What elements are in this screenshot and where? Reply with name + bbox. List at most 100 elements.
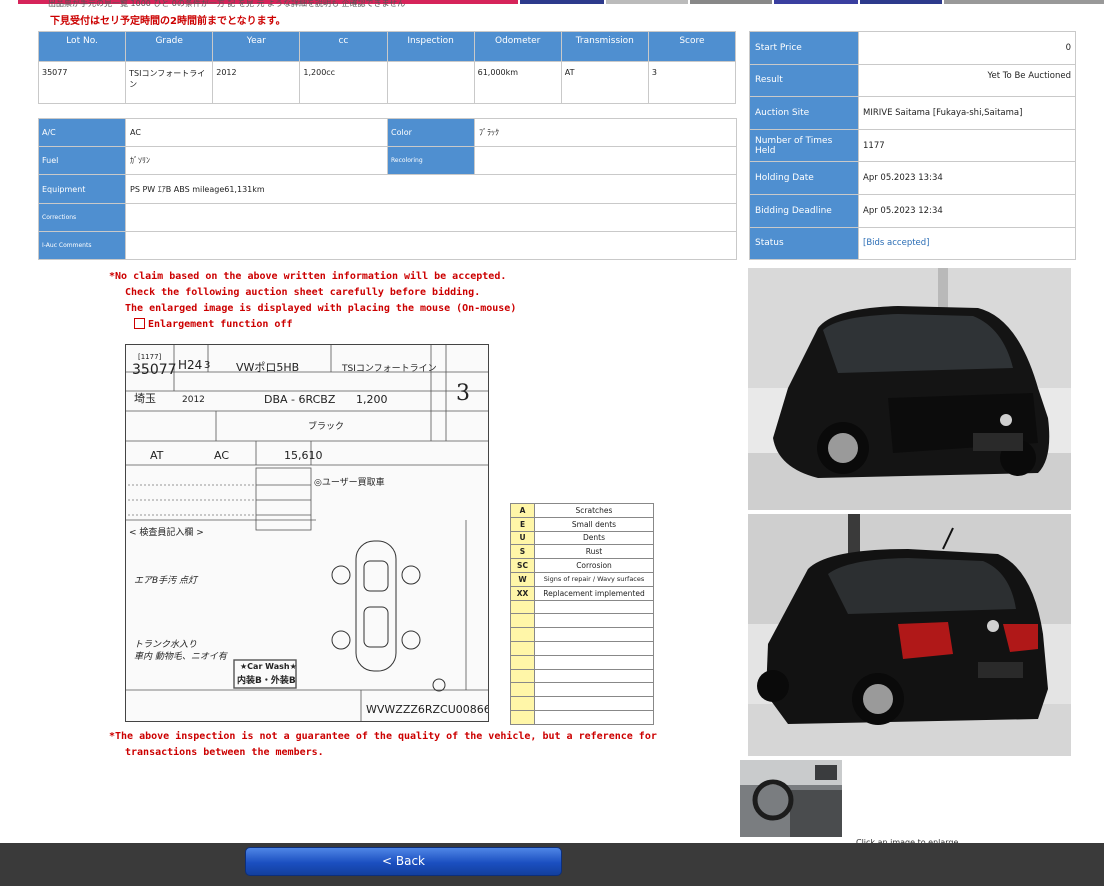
enlargement-checkbox-label: Enlargement function off	[148, 319, 293, 330]
vehicle-summary-table: Lot No. Grade Year cc Inspection Odomete…	[37, 31, 737, 104]
legend-blank-key	[510, 599, 535, 615]
fuel-value: ｶﾞｿﾘﾝ	[125, 146, 388, 175]
legend-blank-desc	[534, 640, 654, 656]
sheet-sales-point: ◎ユーザー買取車	[314, 478, 385, 488]
disclaimer-line-1: *No claim based on the above written inf…	[109, 271, 507, 282]
legend-blank-row	[510, 696, 654, 711]
disclaimer-line-2: Check the following auction sheet carefu…	[125, 287, 481, 298]
nav-tab-strip-gray-3[interactable]	[944, 0, 1104, 4]
legend-key: E	[510, 516, 535, 532]
legend-row: E Small dents	[510, 516, 654, 532]
times-held-value: 1177	[858, 128, 1076, 163]
disclaimer-line-3: The enlarged image is displayed with pla…	[125, 303, 517, 314]
legend-key: S	[510, 544, 535, 560]
back-button[interactable]: < Back	[245, 847, 562, 876]
color-value: ﾌﾞﾗｯｸ	[474, 118, 737, 147]
nav-tab-strip-navy[interactable]	[520, 0, 604, 4]
legend-blank-row	[510, 627, 654, 642]
damage-legend-table: A Scratches E Small dents U Dents S Rust SC C…	[510, 503, 654, 725]
bottom-disclaimer-2: transactions between the members.	[125, 747, 324, 758]
corrections-value	[125, 203, 737, 232]
legend-blank-row	[510, 682, 654, 698]
auction-site-label: Auction Site	[749, 96, 859, 130]
nav-tab-strip-blue[interactable]	[774, 0, 858, 4]
car-rear-illustration	[748, 514, 1071, 756]
nav-tab-strip-gray-1[interactable]	[606, 0, 688, 4]
sheet-inspector-header: < 検査員記入欄 >	[129, 528, 204, 538]
ac-value: AC	[125, 118, 388, 147]
legend-blank-key	[510, 682, 535, 698]
sheet-vin: WVWZZZ6RZCU008668	[366, 703, 489, 716]
legend-blank-key	[510, 640, 535, 656]
cell-inspection	[386, 61, 475, 104]
car-front-illustration	[748, 268, 1071, 510]
col-inspection: Inspection	[386, 31, 475, 62]
ac-label: A/C	[38, 118, 126, 147]
legend-blank-desc	[534, 613, 654, 629]
sheet-lot-number: 35077	[132, 362, 177, 378]
legend-desc: Rust	[534, 544, 654, 560]
sheet-shift: AT	[150, 449, 164, 462]
legend-row: XX Replacement implemented	[510, 585, 654, 601]
col-grade: Grade	[125, 31, 214, 62]
legend-desc: Dents	[534, 530, 654, 546]
comments-label: I-Auc Comments	[38, 231, 126, 260]
start-price-value: 0	[858, 31, 1076, 65]
cell-score: 3	[647, 61, 737, 104]
legend-blank-desc	[534, 654, 654, 670]
enlargement-checkbox[interactable]	[134, 318, 145, 329]
sheet-year: 2012	[182, 395, 205, 405]
cell-year: 2012	[212, 61, 301, 104]
car-diagram	[331, 540, 446, 692]
start-price-label: Start Price	[749, 31, 859, 65]
preview-notice: 下見受付はセリ予定時間の2時間前までとなります。	[50, 16, 286, 27]
sheet-lot-box: [1177]	[138, 353, 162, 361]
enlargement-toggle[interactable]: Enlargement function off	[134, 318, 293, 330]
status-label: Status	[749, 226, 859, 261]
legend-blank-key	[510, 709, 535, 725]
nav-tab-strip-gray-2[interactable]	[690, 0, 772, 4]
sheet-handwritten-1: エアB手汚 点灯	[134, 576, 198, 586]
equipment-value: PS PW ｴｱB ABS mileage61,131km	[125, 174, 737, 204]
sheet-carwash-sub: 内装B・外装B	[237, 676, 296, 686]
recoloring-label: Recoloring	[387, 146, 475, 175]
sheet-carwash-title: ★Car Wash★	[240, 662, 297, 671]
bottom-disclaimer-1: *The above inspection is not a guarantee…	[109, 731, 657, 742]
legend-row: S Rust	[510, 544, 654, 560]
legend-blank-key	[510, 613, 535, 629]
legend-blank-key	[510, 696, 535, 711]
sheet-handwritten-3: 車内 動物毛、ニオイ有	[134, 652, 227, 662]
legend-blank-desc	[534, 709, 654, 725]
auction-site-value: MIRIVE Saitama [Fukaya-shi,Saitama]	[858, 96, 1076, 130]
sheet-score: 3	[456, 381, 470, 406]
nav-tab-strip-navy-2[interactable]	[860, 0, 942, 4]
legend-desc: Scratches	[534, 503, 654, 518]
car-interior-illustration	[740, 760, 842, 837]
legend-blank-row	[510, 668, 654, 684]
legend-blank-key	[510, 627, 535, 642]
holding-date-value: Apr 05.2023 13:34	[858, 161, 1076, 195]
col-transmission: Transmission	[560, 31, 649, 62]
sheet-aircon: AC	[214, 449, 230, 462]
cell-grade: TSIコンフォートライン	[125, 61, 214, 104]
legend-blank-desc	[534, 668, 654, 684]
table-row: 35077 TSIコンフォートライン 2012 1,200cc 61,000km…	[37, 61, 737, 104]
cell-transmission: AT	[560, 61, 649, 104]
car-photo-front[interactable]	[748, 268, 1071, 510]
sheet-mileage: 15,610	[284, 449, 323, 462]
legend-desc: Corrosion	[534, 558, 654, 573]
table-header-row: Lot No. Grade Year cc Inspection Odomete…	[37, 31, 737, 62]
car-photo-rear[interactable]	[748, 514, 1071, 756]
car-photo-interior-thumbnail[interactable]	[740, 760, 842, 837]
legend-blank-row	[510, 599, 654, 615]
legend-key: U	[510, 530, 535, 546]
cell-lot-no: 35077	[37, 61, 127, 104]
color-label: Color	[387, 118, 475, 147]
sheet-era-year: H24	[178, 358, 203, 372]
result-label: Result	[749, 63, 859, 98]
sheet-month: 3	[204, 360, 211, 371]
cell-odometer: 61,000km	[473, 61, 562, 104]
legend-desc: Small dents	[534, 516, 654, 532]
auction-sheet-image[interactable]: [1177] 35077 H24 3 VWポロ5HB TSIコンフォートライン …	[125, 344, 489, 722]
legend-desc: Replacement implemented	[534, 585, 654, 601]
